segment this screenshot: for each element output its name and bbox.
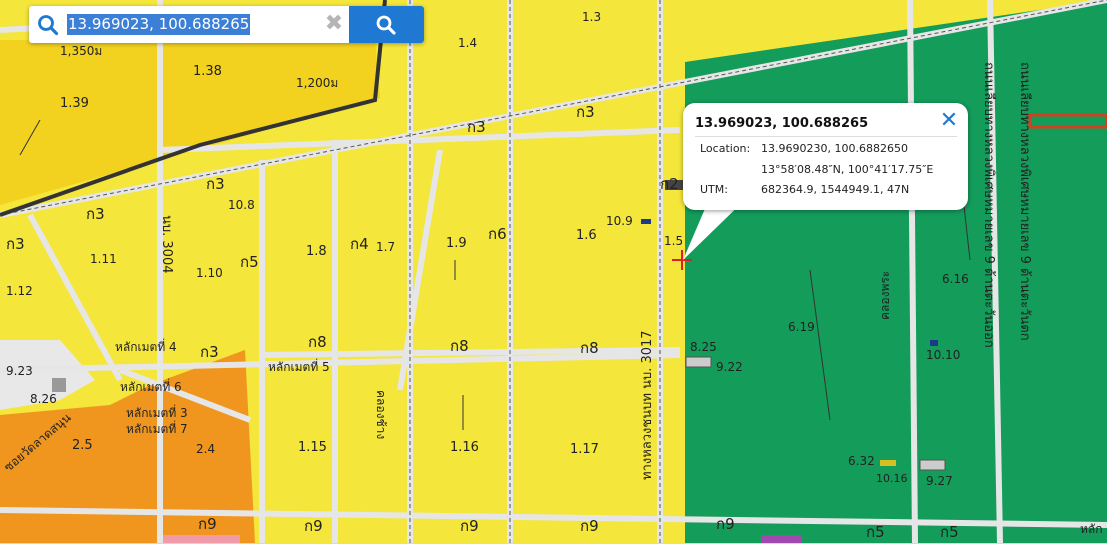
zone-label: หลักเมตที่ 4 (115, 340, 177, 354)
location-decimal: 13.9690230, 100.6882650 (761, 142, 908, 155)
zone-label: หลักเมตที่ 5 (268, 360, 330, 374)
zone-label: 8.26 (30, 392, 57, 406)
zone-label: 10.8 (228, 198, 255, 212)
clear-icon[interactable]: ✖ (323, 13, 345, 35)
zone-label: 1.9 (446, 236, 467, 251)
coordinate-popup: 13.969023, 100.688265 ✕ Location: 13.969… (683, 103, 968, 210)
road-label: คลองช้าง (374, 390, 388, 440)
zone-label: 1.16 (450, 440, 479, 455)
zone-label: 1,200ม (296, 76, 339, 90)
zone-label: ก8 (308, 333, 327, 351)
purple-zone (762, 535, 802, 543)
grey-building (52, 378, 66, 392)
zone-label: ก8 (450, 337, 469, 355)
road-label: นบ. 3004 (159, 215, 174, 274)
utm-label: UTM: (700, 183, 728, 196)
search-icon (376, 15, 396, 35)
zone-label: ก9 (460, 517, 479, 535)
road-label: ถนนเลียบทางหลวงพิเศษหมายเลข 9 ด้านตะวันอ… (981, 62, 996, 348)
utm-value: 682364.9, 1544949.1, 47N (761, 183, 910, 196)
zone-label: หลัก (1080, 522, 1103, 536)
zone-label: ก9 (716, 515, 735, 533)
blue-marker (641, 219, 651, 224)
pink-zone (160, 535, 240, 543)
zone-label: 9.27 (926, 474, 953, 488)
zone-label: ก3 (206, 175, 225, 193)
zone-label: ก3 (86, 205, 105, 223)
zone-label: ก5 (866, 523, 885, 541)
zone-label: 6.32 (848, 454, 875, 468)
search-icon (38, 15, 59, 36)
zone-label: 6.16 (942, 272, 969, 286)
zone-label: ก8 (580, 339, 599, 357)
search-button[interactable] (349, 6, 424, 43)
grey-marker (919, 459, 946, 471)
search-box: 13.969023, 100.688265 ✖ (29, 6, 424, 43)
zone-label: หลักเมตที่ 7 (126, 422, 188, 436)
grey-marker (685, 356, 712, 368)
zone-label: ก9 (580, 517, 599, 535)
zone-label: 6.19 (788, 320, 815, 334)
zone-label: 1.17 (570, 442, 599, 457)
zone-label: 1.6 (576, 228, 597, 243)
zone-label: 1.3 (582, 10, 602, 24)
zone-label: 1.15 (298, 440, 327, 455)
road-label: คลองพระ (878, 270, 892, 320)
zone-label: 10.10 (926, 348, 961, 362)
zone-label: ก5 (940, 523, 959, 541)
zone-label: 10.16 (876, 472, 908, 485)
popup-divider (695, 136, 957, 137)
zone-label: ก6 (488, 225, 507, 243)
zone-label: 1.10 (196, 266, 223, 280)
zone-label: 1,350ม (60, 44, 103, 58)
zone-label: 2.4 (196, 442, 216, 456)
zone-label: 1.12 (6, 284, 33, 298)
zone-label: 1.4 (458, 36, 478, 50)
zone-label: 2.5 (72, 438, 93, 453)
zone-label: ก3 (576, 103, 595, 121)
location-dms: 13°58′08.48″N, 100°41′17.75″E (761, 163, 934, 176)
zone-label: 1.7 (376, 240, 396, 254)
zone-label: ก3 (200, 343, 219, 361)
zone-label: ก3 (6, 235, 25, 253)
yellow-marker (880, 460, 896, 466)
zone-label: 10.9 (606, 214, 633, 228)
zone-label: ก9 (198, 515, 217, 533)
zone-label: 1.5 (664, 234, 684, 248)
zone-label: ก2 (660, 175, 679, 193)
zone-label: 1.39 (60, 96, 89, 111)
zone-label: 1.11 (90, 252, 117, 266)
zone-label: ก9 (304, 517, 323, 535)
zone-label: 9.23 (6, 364, 33, 378)
zone-label: หลักเมตที่ 6 (120, 380, 182, 394)
close-icon[interactable]: ✕ (939, 110, 959, 132)
location-label: Location: (700, 142, 751, 155)
road-label: ทางหลวงชนบท นบ. 3017 (640, 330, 655, 480)
road-label: ถนนเลียบทางหลวงพิเศษหมายเลข 9 ด้านตะวันต… (1017, 62, 1032, 341)
zone-label: ก4 (350, 235, 369, 253)
zone-label: 1.38 (193, 64, 222, 79)
search-input[interactable]: 13.969023, 100.688265 (67, 14, 251, 35)
popup-title: 13.969023, 100.688265 (695, 116, 869, 131)
blue-marker (930, 340, 938, 346)
zone-label: 1.8 (306, 244, 327, 259)
zone-label: 8.25 (690, 340, 717, 354)
zone-label: 9.22 (716, 360, 743, 374)
zone-label: ก5 (240, 253, 259, 271)
zone-label: ก3 (467, 118, 486, 136)
